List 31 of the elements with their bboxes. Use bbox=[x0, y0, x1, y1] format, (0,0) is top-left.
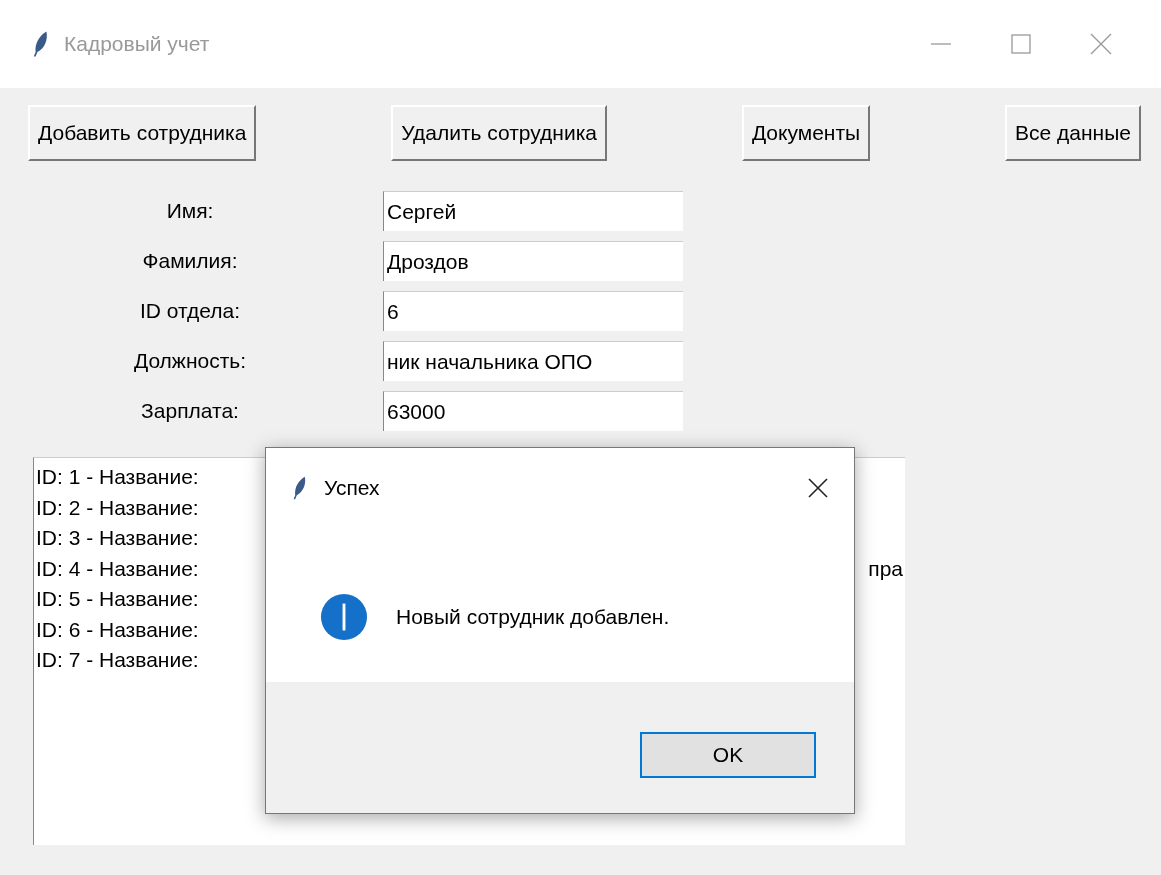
list-item[interactable]: ID: 6 - Название: bbox=[36, 614, 199, 645]
feather-icon bbox=[32, 30, 50, 58]
list-item-text: пра bbox=[868, 555, 903, 582]
dialog-message: Новый сотрудник добавлен. bbox=[396, 605, 670, 629]
field-label: Имя: bbox=[165, 199, 215, 223]
dialog-title: Успех bbox=[324, 476, 380, 500]
input-field[interactable]: 6 bbox=[383, 291, 683, 331]
list-item[interactable]: ID: 3 - Название: bbox=[36, 523, 199, 554]
list-item[interactable]: ID: 2 - Название: bbox=[36, 492, 199, 523]
field-label: Должность: bbox=[132, 349, 248, 373]
input-field[interactable]: Дроздов bbox=[383, 241, 683, 281]
list-item[interactable]: ID: 7 - Название: bbox=[36, 645, 199, 676]
field-label: Зарплата: bbox=[140, 399, 240, 423]
list-item[interactable]: ID: 1 - Название: bbox=[36, 462, 199, 493]
toolbar-button[interactable]: Удалить сотрудника bbox=[391, 105, 607, 161]
info-icon bbox=[320, 593, 368, 641]
toolbar-button[interactable]: Документы bbox=[741, 105, 871, 161]
close-icon[interactable] bbox=[806, 476, 830, 500]
input-field[interactable]: 63000 bbox=[383, 391, 683, 431]
toolbar-button[interactable]: Все данные bbox=[1005, 105, 1141, 161]
list-item[interactable]: ID: 4 - Название: bbox=[36, 553, 199, 584]
maximize-icon[interactable] bbox=[1009, 32, 1033, 56]
toolbar-button[interactable]: Добавить сотрудника bbox=[28, 105, 257, 161]
ok-button[interactable]: OK bbox=[640, 731, 816, 778]
input-field[interactable]: ник начальника ОПО bbox=[383, 341, 683, 381]
window-title: Кадровый учет bbox=[64, 32, 210, 56]
input-field[interactable]: Сергей bbox=[383, 191, 683, 231]
feather-icon bbox=[292, 476, 308, 500]
list-item[interactable]: ID: 5 - Название: bbox=[36, 584, 199, 615]
field-label: Фамилия: bbox=[141, 249, 239, 273]
field-label: ID отдела: bbox=[139, 299, 241, 323]
